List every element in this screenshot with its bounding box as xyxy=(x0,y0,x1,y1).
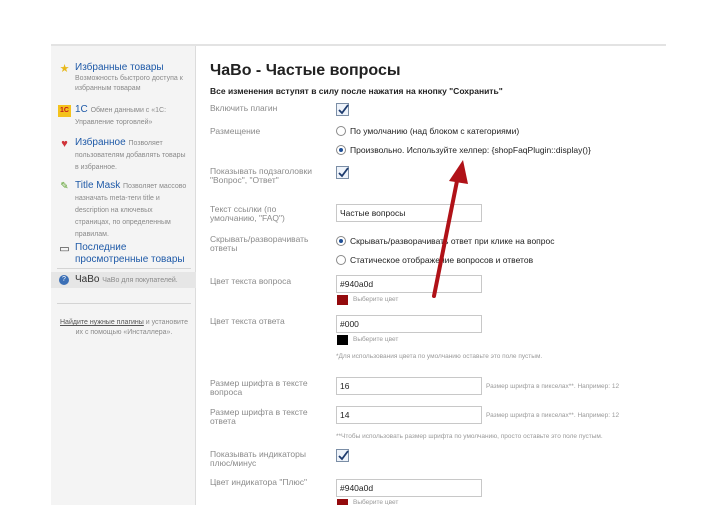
mask-icon: ✎ xyxy=(60,181,69,192)
answer-size-label: Размер шрифта в тексте ответа xyxy=(210,407,308,426)
question-color-input[interactable]: #940a0d xyxy=(336,275,482,293)
1c-icon: 1C xyxy=(58,105,71,117)
placement-default-radio[interactable] xyxy=(336,126,346,136)
sidebar-item-faq[interactable]: ? ЧаВо ЧаВо для покупателей. xyxy=(51,272,196,288)
collapse-toggle-radio[interactable] xyxy=(336,236,346,246)
sidebar-item-title-text[interactable]: 1С xyxy=(75,104,88,115)
indicators-label: Показывать индикаторы плюс/минус xyxy=(210,449,306,468)
sidebar-footer: Найдите нужные плагины и установите их с… xyxy=(59,318,189,338)
save-notice: Все изменения вступят в силу после нажат… xyxy=(210,86,503,96)
sidebar-item-desc: Позволяет массово назначать meta-теги ti… xyxy=(75,183,187,238)
sidebar-item-title-mask[interactable]: ✎ Title Mask Позволяет массово назначать… xyxy=(51,180,196,240)
faq-icon: ? xyxy=(59,275,69,285)
sidebar-item-desc: Обмен данными с «1С: Управление торговле… xyxy=(75,107,167,126)
sidebar-item-title[interactable]: Последние просмотренные товары xyxy=(75,242,190,266)
checkmark-icon xyxy=(338,104,349,115)
collapse-static-radio[interactable] xyxy=(336,255,346,265)
sidebar-item-title[interactable]: ЧаВо ЧаВо для покупателей. xyxy=(75,274,190,286)
main-content: ЧаВо - Частые вопросы Все изменения всту… xyxy=(210,46,660,505)
question-size-input[interactable]: 16 xyxy=(336,377,482,395)
subtitles-checkbox[interactable] xyxy=(336,166,349,179)
pick-color-link[interactable]: Выберите цвет xyxy=(353,335,398,345)
pick-color-link[interactable]: Выберите цвет xyxy=(353,498,398,505)
sidebar-item-recently-viewed[interactable]: ▭ Последние просмотренные товары xyxy=(51,242,196,266)
heart-icon: ♥ xyxy=(61,138,68,150)
star-icon: ★ xyxy=(59,63,70,75)
monitor-icon: ▭ xyxy=(59,243,70,255)
answer-color-swatch[interactable] xyxy=(337,335,348,345)
placement-custom-text[interactable]: Произвольно. Используйте хелпер: {shopFa… xyxy=(350,145,591,155)
plus-color-label: Цвет индикатора "Плюс" xyxy=(210,477,308,487)
question-size-hint: Размер шрифта в пикселах**. Например: 12 xyxy=(486,383,620,390)
sidebar-item-desc: Возможность быстрого доступа к избранным… xyxy=(75,75,183,92)
placement-label: Размещение xyxy=(210,126,261,136)
sidebar: ★ Избранные товары Возможность быстрого … xyxy=(51,46,196,505)
sidebar-divider xyxy=(57,268,191,269)
plus-color-input[interactable]: #940a0d xyxy=(336,479,482,497)
sidebar-item-desc: ЧаВо для покупателей. xyxy=(102,277,178,284)
question-color-label: Цвет текста вопроса xyxy=(210,276,292,286)
collapse-label: Скрывать/разворачивать ответы xyxy=(210,234,309,253)
pick-color-link[interactable]: Выберите цвет xyxy=(353,295,398,305)
page-title: ЧаВо - Частые вопросы xyxy=(210,62,401,79)
indicators-checkbox[interactable] xyxy=(336,449,349,462)
placement-default-text[interactable]: По умолчанию (над блоком с категориями) xyxy=(350,126,519,136)
find-plugins-link[interactable]: Найдите нужные плагины xyxy=(60,319,144,326)
answer-size-hint: Размер шрифта в пикселах**. Например: 12 xyxy=(486,412,620,419)
question-size-label: Размер шрифта в тексте вопроса xyxy=(210,378,308,397)
question-color-swatch[interactable] xyxy=(337,295,348,305)
link-text-label: Текст ссылки (по умолчанию, "FAQ") xyxy=(210,204,285,223)
sidebar-divider xyxy=(57,303,191,304)
sidebar-item-title-text[interactable]: Избранное xyxy=(75,137,126,148)
sidebar-item-title[interactable]: Избранное Позволяет пользователям добавл… xyxy=(75,137,190,173)
color-hint: *Для использования цвета по умолчанию ос… xyxy=(336,353,543,360)
placement-custom-radio[interactable] xyxy=(336,145,346,155)
sidebar-item-favorites[interactable]: ♥ Избранное Позволяет пользователям доба… xyxy=(51,137,196,173)
sidebar-item-favorite-products[interactable]: ★ Избранные товары Возможность быстрого … xyxy=(51,62,196,93)
link-text-input[interactable]: Частые вопросы xyxy=(336,204,482,222)
sidebar-item-title[interactable]: Title Mask Позволяет массово назначать m… xyxy=(75,180,190,240)
answer-color-input[interactable]: #000 xyxy=(336,315,482,333)
answer-color-label: Цвет текста ответа xyxy=(210,316,285,326)
size-hint: **Чтобы использовать размер шрифта по ум… xyxy=(336,433,603,440)
sidebar-item-1c[interactable]: 1C 1С Обмен данными с «1С: Управление то… xyxy=(51,104,196,128)
collapse-toggle-text[interactable]: Скрывать/разворачивать ответ при клике н… xyxy=(350,236,555,246)
collapse-static-text[interactable]: Статическое отображение вопросов и ответ… xyxy=(350,255,533,265)
plus-color-swatch[interactable] xyxy=(337,499,348,505)
sidebar-item-title-text[interactable]: Title Mask xyxy=(75,180,120,191)
enable-plugin-checkbox[interactable] xyxy=(336,103,349,116)
checkmark-icon xyxy=(338,167,349,178)
sidebar-item-title[interactable]: 1С Обмен данными с «1С: Управление торго… xyxy=(75,104,190,128)
answer-size-input[interactable]: 14 xyxy=(336,406,482,424)
enable-plugin-label: Включить плагин xyxy=(210,103,278,113)
subtitles-label: Показывать подзаголовки "Вопрос", "Ответ… xyxy=(210,166,312,185)
sidebar-item-title[interactable]: Избранные товары xyxy=(75,62,190,74)
checkmark-icon xyxy=(338,450,349,461)
sidebar-item-title-text[interactable]: ЧаВо xyxy=(75,274,99,285)
